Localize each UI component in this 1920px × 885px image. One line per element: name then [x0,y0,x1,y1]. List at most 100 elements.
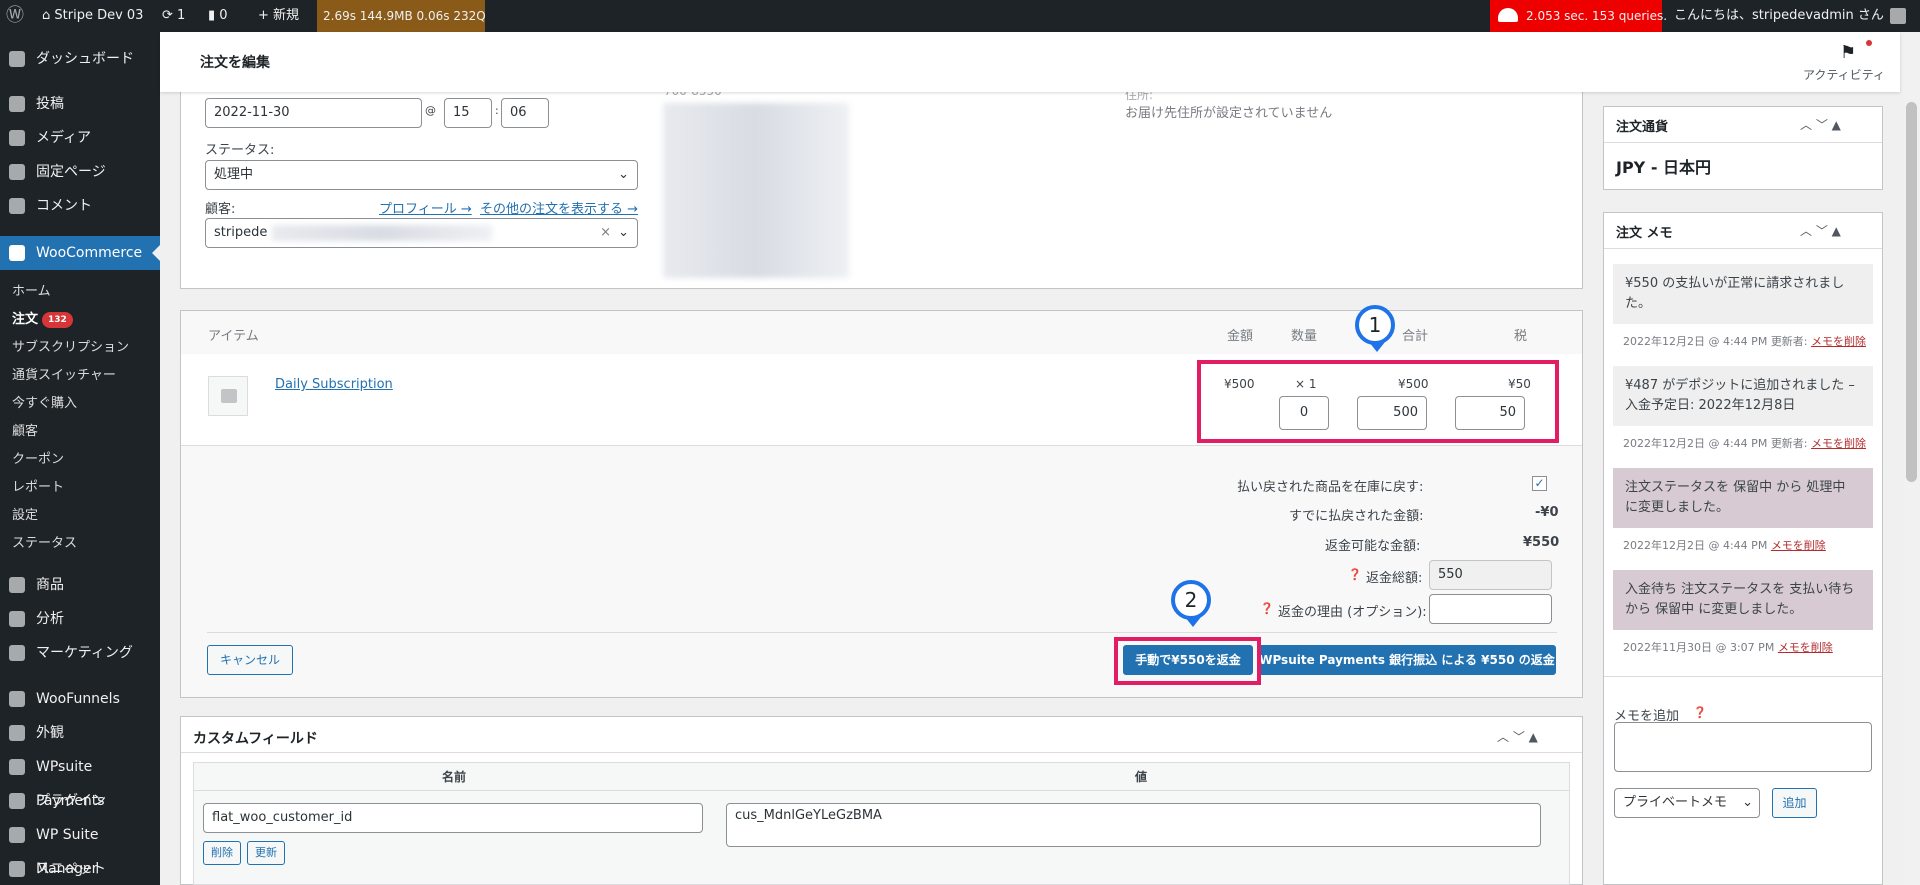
delete-note-link[interactable]: メモを削除 [1778,641,1833,654]
note-meta: 2022年12月2日 @ 4:44 PM 更新者: メモを削除 [1623,333,1866,349]
delete-meta-button[interactable]: 削除 [203,841,241,865]
meta-key-input[interactable]: flat_woo_customer_id [203,803,703,833]
avatar[interactable] [1890,8,1906,24]
currency-value: JPY - 日本円 [1616,158,1712,177]
menu-dashboard[interactable]: ダッシュボード [0,42,160,76]
menu-woocommerce[interactable]: WooCommerce [0,236,160,270]
note-type-select[interactable]: プライベートメモ ⌄ [1614,788,1760,818]
refund-amount-input[interactable]: 550 [1429,560,1552,590]
wordpress-logo-icon[interactable]: Ⓦ [6,0,30,32]
new-content-link[interactable]: + 新規 [258,0,299,32]
note-date: 2022年12月2日 @ 4:44 PM [1623,437,1768,450]
site-name-link[interactable]: ⌂ Stripe Dev 03 [42,0,143,32]
new-label: 新規 [273,8,300,23]
menu-comments[interactable]: コメント [0,189,160,223]
meta-value-textarea[interactable]: cus_MdnlGeYLeGzBMA [726,803,1541,847]
order-date-input[interactable]: 2022-11-30 [205,98,422,128]
panel-controls-icon[interactable]: ︿ ﹀ ▲ [1497,728,1538,745]
submenu-reports[interactable]: レポート [0,474,160,502]
submenu-subscriptions[interactable]: サブスクリプション [0,334,160,362]
menu-appearance[interactable]: 外観 [0,716,160,750]
note-item: ¥550 の支払いが正常に請求されました。 [1613,264,1873,324]
order-hour-input[interactable]: 15 [444,98,492,128]
note-author: 更新者: [1770,437,1808,450]
note-date: 2022年12月2日 @ 4:44 PM [1623,335,1768,348]
submenu-currency-switcher[interactable]: 通貨スイッチャー [0,362,160,390]
col-value: 値 [1135,770,1148,784]
submenu-customers[interactable]: 顧客 [0,418,160,446]
help-icon: ❓ [1260,602,1274,615]
product-link[interactable]: Daily Subscription [275,377,393,392]
status-select[interactable]: 処理中 ⌄ [205,160,638,190]
submenu-status[interactable]: ステータス [0,530,160,558]
menu-label: ダッシュボード [36,51,134,67]
customer-label: 顧客: [205,202,236,217]
menu-posts[interactable]: 投稿 [0,87,160,121]
menu-label: マーケティング [36,645,133,661]
menu-label: 注文 [12,312,39,327]
help-icon: ❓ [1348,568,1362,581]
menu-woofunnels[interactable]: WooFunnels [0,682,160,716]
performance-stats[interactable]: 2.053 sec. 153 queries. [1490,0,1667,32]
order-minute-input[interactable]: 06 [501,98,549,128]
divider [1604,142,1882,143]
activity-label[interactable]: アクティビティ [1803,66,1885,83]
comments-count: 0 [219,8,228,23]
scrollbar[interactable] [1903,32,1920,885]
menu-label: メディア [36,130,92,146]
other-orders-link[interactable]: その他の注文を表示する → [480,198,638,217]
note-item: 入金待ち 注文ステータスを 支払い待ち から 保留中 に変更しました。 [1613,570,1873,630]
add-note-button[interactable]: 追加 [1772,788,1817,818]
update-meta-button[interactable]: 更新 [247,841,285,865]
panel-controls-icon[interactable]: ︿ ﹀ ▲ [1800,222,1841,239]
gateway-refund-button[interactable]: WPsuite Payments 銀行振込 による ¥550 の返金 [1258,645,1556,675]
menu-media[interactable]: メディア [0,121,160,155]
flag-icon[interactable]: ⚑ [1840,42,1856,63]
dollar-icon [9,759,25,775]
menu-label: プラグイン [36,793,106,809]
menu-plugins[interactable]: プラグイン [0,784,160,818]
submenu-home[interactable]: ホーム [0,278,160,306]
note-author: 更新者: [1770,335,1808,348]
refund-reason-input[interactable] [1429,594,1552,624]
note-textarea[interactable] [1614,722,1872,772]
submenu-orders[interactable]: 注文 132 [0,306,160,334]
comments-link[interactable]: ▮ 0 [208,0,228,32]
updates-count: 1 [177,8,186,23]
menu-wp-suite-manager[interactable]: WP Suite Manager [0,818,160,877]
delete-note-link[interactable]: メモを削除 [1811,437,1866,450]
chevron-down-icon: ⌄ [618,225,629,240]
col-item: アイテム [208,329,259,344]
menu-products[interactable]: 商品 [0,568,160,602]
panel-controls-icon[interactable]: ︿ ﹀ ▲ [1800,116,1841,133]
delete-note-link[interactable]: メモを削除 [1771,539,1826,552]
highlight-box-refund [1114,637,1261,685]
submenu-buy-now[interactable]: 今すぐ購入 [0,390,160,418]
scrollbar-thumb[interactable] [1906,102,1917,482]
menu-marketing[interactable]: マーケティング [0,636,160,670]
account-link[interactable]: こんにちは、stripedevadmin さん [1674,0,1884,32]
col-tax: 税 [1514,329,1528,344]
customer-value: stripede [214,225,268,240]
refund-reason-label: 返金の理由 (オプション): [1278,605,1427,620]
submenu-settings[interactable]: 設定 [0,502,160,530]
restock-checkbox[interactable]: ✓ [1532,476,1547,491]
menu-snippets[interactable]: スニペット [0,852,160,885]
profile-link[interactable]: プロフィール → [379,198,472,217]
col-price: 金額 [1227,329,1254,344]
menu-label: WooCommerce [36,245,143,261]
menu-pages[interactable]: 固定ページ [0,155,160,189]
cancel-button[interactable]: キャンセル [207,645,293,675]
clear-icon[interactable]: × [600,219,611,247]
menu-wpsuite-payments[interactable]: WPsuite Payments [0,750,160,809]
dashboard-icon [9,51,25,67]
updates-link[interactable]: ⟳ 1 [162,0,185,32]
admin-menu: ダッシュボード 投稿 メディア 固定ページ コメント WooCommerce ホ… [0,32,160,885]
submenu-coupons[interactable]: クーポン [0,446,160,474]
product-thumbnail [208,376,248,416]
customer-select[interactable]: stripede × ⌄ [205,218,638,248]
delete-note-link[interactable]: メモを削除 [1811,335,1866,348]
menu-analytics[interactable]: 分析 [0,602,160,636]
highlight-box-items [1197,360,1559,443]
query-monitor-stats[interactable]: 2.69s 144.9MB 0.06s 232Q [317,0,486,32]
